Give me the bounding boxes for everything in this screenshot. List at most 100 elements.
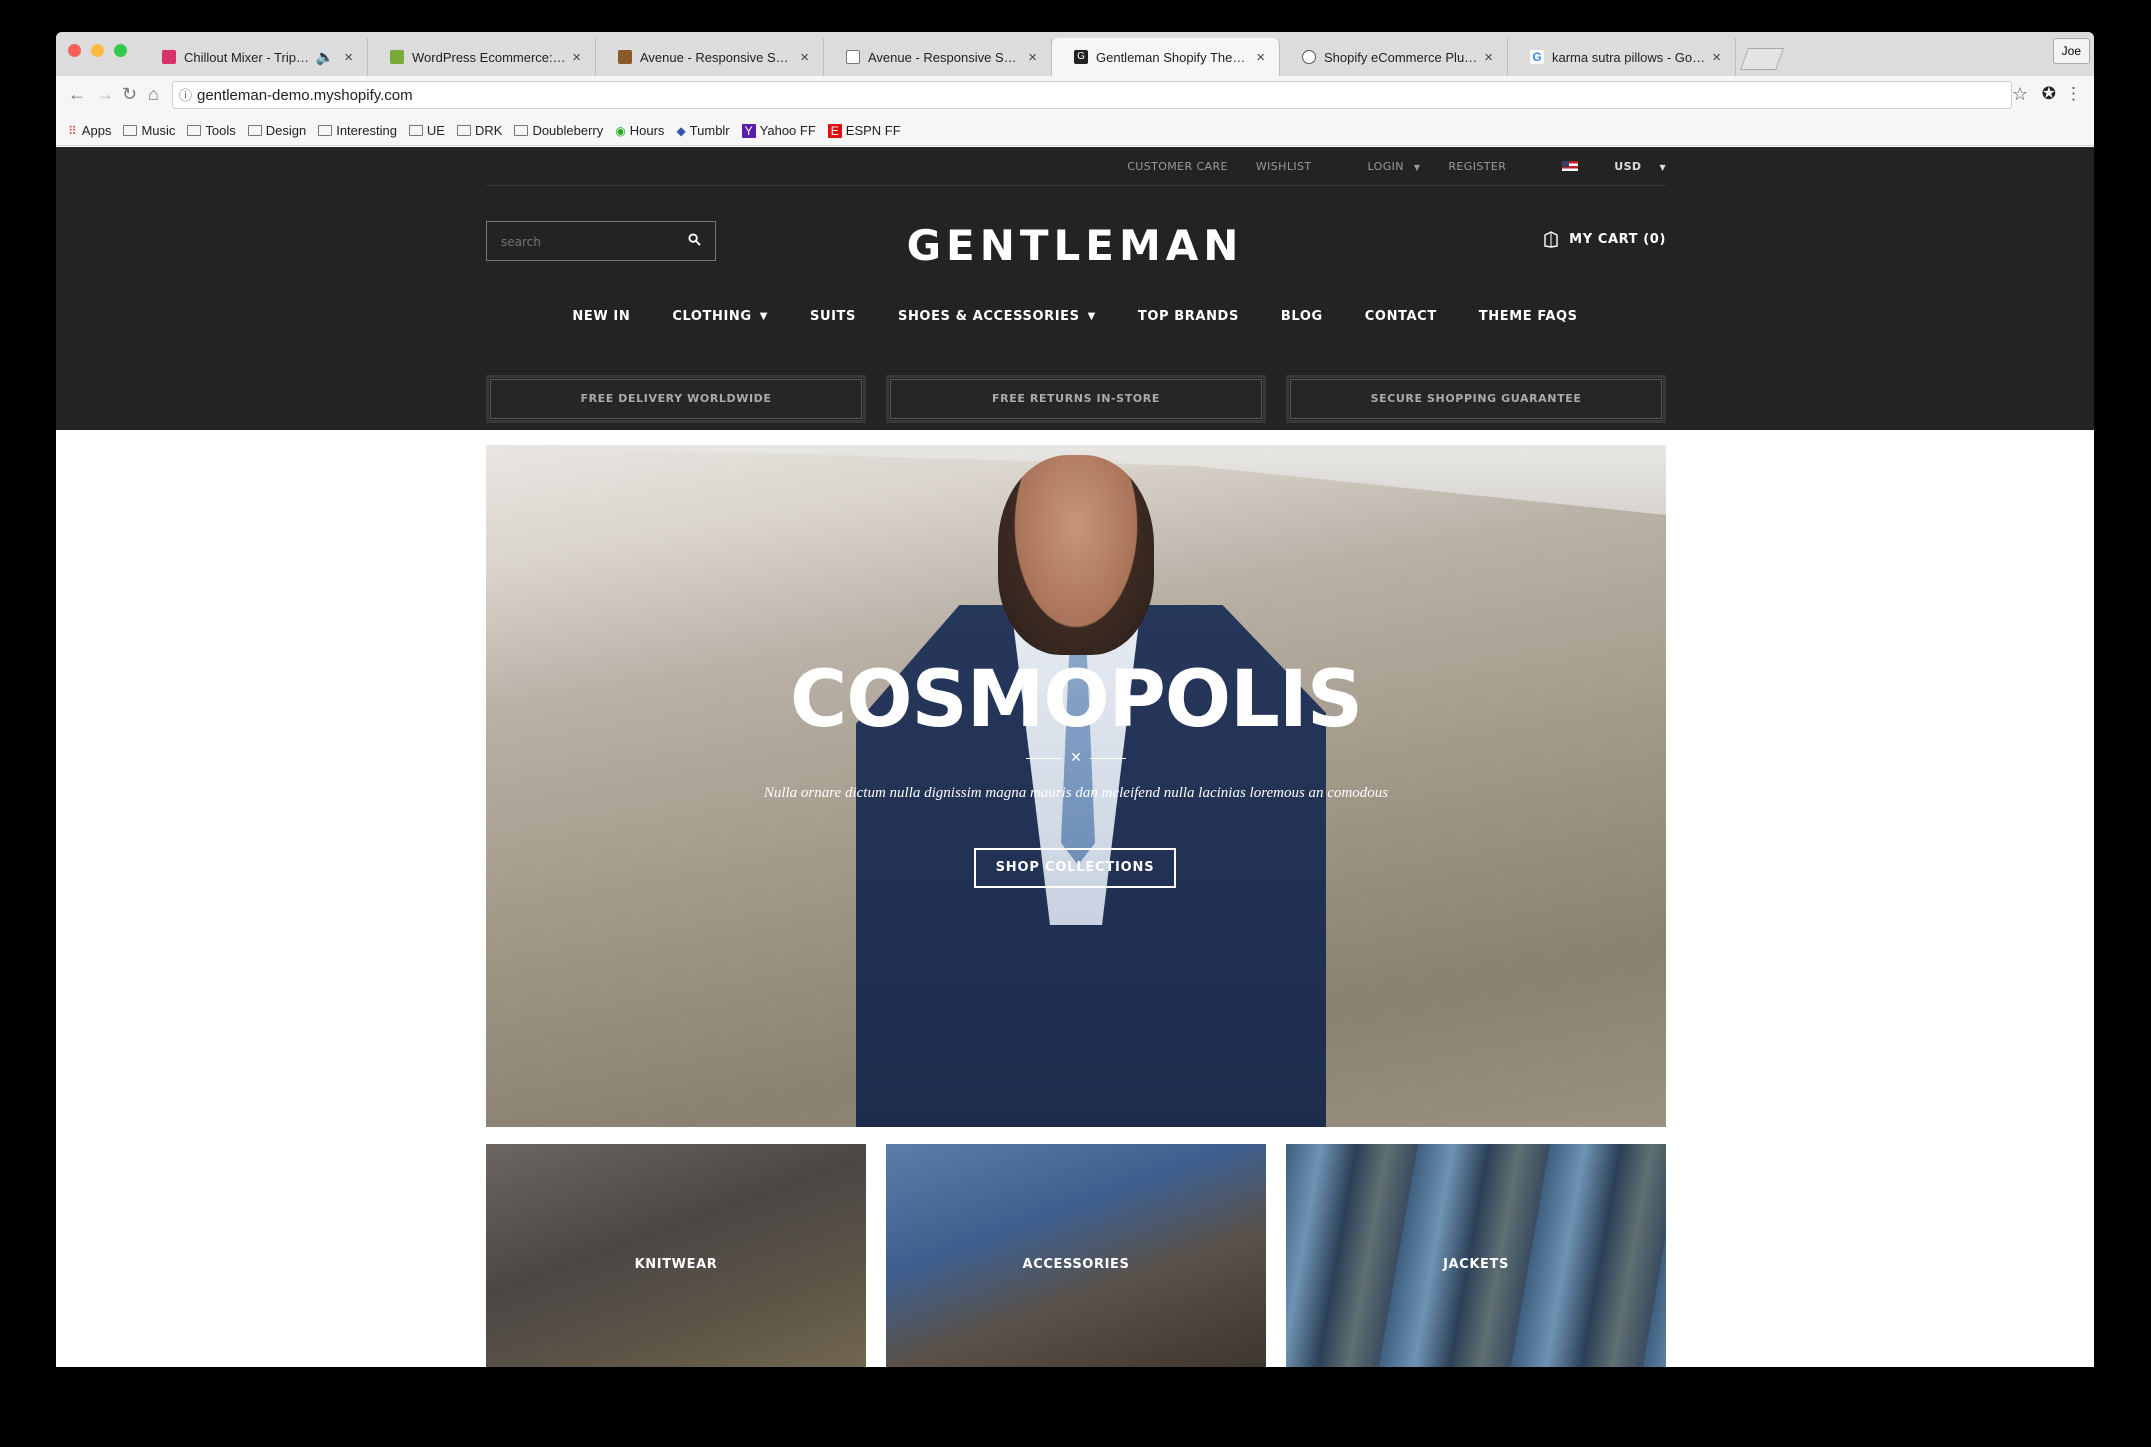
nav-label: CLOTHING (672, 309, 752, 324)
tab-close-icon[interactable]: × (1028, 49, 1037, 66)
bookmark-folder[interactable]: Music (123, 123, 175, 138)
nav-theme-faqs[interactable]: THEME FAQS (1479, 309, 1578, 324)
folder-icon (514, 125, 529, 136)
bookmark-folder[interactable]: Interesting (318, 123, 397, 138)
hero-divider-cross-icon: ✕ (486, 749, 1666, 766)
nav-label: THEME FAQS (1478, 309, 1578, 324)
browser-tab[interactable]: WordPress Ecommerce: Sell o × (368, 38, 596, 76)
hero-banner: COSMOPOLIS ✕ Nulla ornare dictum nulla d… (486, 445, 1666, 1127)
browser-window: Chillout Mixer - TripHop/Do 🔈 × WordPress … (56, 32, 2094, 1367)
folder-icon (123, 125, 138, 136)
bookmark-star-icon[interactable]: ☆ (2012, 84, 2028, 105)
browser-tab[interactable]: Avenue - Responsive Shopify × (596, 38, 824, 76)
utility-links: CUSTOMER CARE WISHLIST LOGIN ▼ REGISTER … (1099, 160, 1666, 173)
bookmark-link[interactable]: E ESPN FF (827, 123, 901, 138)
bookmark-label: Interesting (336, 123, 397, 138)
home-icon[interactable]: ⌂ (148, 84, 159, 105)
extension-icon[interactable]: ✪ (2042, 84, 2056, 104)
browser-tab[interactable]: Shopify eCommerce Plugin - S × (1280, 38, 1508, 76)
nav-contact[interactable]: CONTACT (1365, 309, 1437, 324)
tab-close-icon[interactable]: × (1484, 49, 1493, 66)
tab-close-icon[interactable]: × (1712, 49, 1721, 66)
bookmark-label: Music (141, 123, 176, 138)
info-icon[interactable]: ⓘ (179, 82, 192, 110)
close-window-button[interactable] (68, 44, 81, 57)
shop-collections-button[interactable]: SHOP COLLECTIONS (974, 848, 1176, 888)
nav-clothing[interactable]: CLOTHING ▼ (672, 309, 768, 324)
us-flag-icon (1562, 161, 1579, 171)
tab-close-icon[interactable]: × (344, 49, 353, 66)
nav-suits[interactable]: SUITS (810, 309, 856, 324)
address-bar: ← → ↻ ⌂ ⓘ gentleman-demo.myshopify.com ☆… (56, 76, 2094, 116)
tab-title: Shopify eCommerce Plugin - S (1324, 49, 1479, 65)
browser-tabs: Chillout Mixer - TripHop/Do 🔈 × WordPress … (140, 38, 1785, 76)
browser-tab-active[interactable]: G Gentleman Shopify Theme × (1052, 38, 1280, 76)
category-tile-jackets[interactable]: JACKETS (1286, 1144, 1666, 1367)
usp-bar: FREE DELIVERY WORLDWIDE FREE RETURNS IN-… (486, 375, 1666, 423)
bookmark-link[interactable]: ◉ Hours (615, 123, 664, 138)
usp-label: FREE RETURNS IN-STORE (890, 379, 1262, 419)
new-tab-button[interactable] (1739, 48, 1785, 70)
folder-icon (456, 125, 471, 136)
bookmark-label: UE (426, 123, 445, 138)
tab-favicon-icon: G (1074, 50, 1088, 64)
folder-icon (187, 125, 202, 136)
currency-selector[interactable]: USD ▼ (1534, 160, 1666, 173)
bookmark-folder[interactable]: Design (247, 123, 306, 138)
hero-model-head (998, 455, 1154, 655)
url-text: gentleman-demo.myshopify.com (197, 87, 413, 104)
web-page: CUSTOMER CARE WISHLIST LOGIN ▼ REGISTER … (56, 147, 2094, 1367)
bookmark-folder[interactable]: Tools (187, 123, 236, 138)
tumblr-icon: ◆ (676, 123, 686, 138)
cart-link[interactable]: MY CART (0) (1543, 230, 1666, 248)
site-logo[interactable]: GENTLEMAN (56, 221, 2094, 270)
bookmark-label: Tumblr (689, 123, 730, 138)
tab-close-icon[interactable]: × (800, 49, 809, 66)
minimize-window-button[interactable] (91, 44, 104, 57)
category-tile-accessories[interactable]: ACCESSORIES (886, 1144, 1266, 1367)
tab-close-icon[interactable]: × (572, 49, 581, 66)
browser-tab[interactable]: Gkarma sutra pillows - Google S × (1508, 38, 1736, 76)
bookmark-link[interactable]: ◆ Tumblr (676, 123, 729, 138)
speaker-icon[interactable]: 🔈 (316, 48, 335, 66)
wishlist-link[interactable]: WISHLIST (1256, 160, 1312, 173)
site-header: CUSTOMER CARE WISHLIST LOGIN ▼ REGISTER … (56, 147, 2094, 430)
bookmark-label: Yahoo FF (759, 123, 816, 138)
usp-secure-shopping[interactable]: SECURE SHOPPING GUARANTEE (1286, 375, 1666, 423)
register-link[interactable]: REGISTER (1448, 160, 1506, 173)
login-dropdown[interactable]: LOGIN ▼ (1340, 160, 1421, 173)
reload-icon[interactable]: ↻ (122, 84, 137, 105)
bookmark-folder[interactable]: Doubleberry (514, 123, 603, 138)
back-icon[interactable]: ← (68, 84, 86, 105)
browser-tab[interactable]: Avenue - Responsive Shopify × (824, 38, 1052, 76)
nav-shoes-accessories[interactable]: SHOES & ACCESSORIES ▼ (898, 309, 1096, 324)
forward-icon[interactable]: → (96, 84, 114, 105)
bookmark-folder[interactable]: UE (408, 123, 445, 138)
maximize-window-button[interactable] (114, 44, 127, 57)
category-label: ACCESSORIES (1022, 1257, 1130, 1272)
clock-icon: ◉ (615, 123, 626, 138)
bookmark-link[interactable]: Y Yahoo FF (741, 123, 816, 138)
tab-title: Gentleman Shopify Theme (1096, 49, 1251, 65)
tab-close-icon[interactable]: × (1256, 49, 1265, 66)
url-field[interactable]: ⓘ gentleman-demo.myshopify.com (172, 81, 2012, 109)
tab-favicon-icon (162, 50, 176, 64)
utility-bar: CUSTOMER CARE WISHLIST LOGIN ▼ REGISTER … (486, 147, 1666, 186)
category-tile-knitwear[interactable]: KNITWEAR (486, 1144, 866, 1367)
usp-free-delivery[interactable]: FREE DELIVERY WORLDWIDE (486, 375, 866, 423)
tab-favicon-icon (618, 50, 632, 64)
browser-tab[interactable]: Chillout Mixer - TripHop/Do 🔈 × (140, 38, 368, 76)
profile-button[interactable]: Joe (2052, 38, 2090, 64)
bookmark-label: Tools (205, 123, 236, 138)
nav-new-in[interactable]: NEW IN (572, 309, 630, 324)
nav-top-brands[interactable]: TOP BRANDS (1138, 309, 1239, 324)
customer-care-link[interactable]: CUSTOMER CARE (1127, 160, 1228, 173)
tab-favicon-icon (390, 50, 404, 64)
usp-free-returns[interactable]: FREE RETURNS IN-STORE (886, 375, 1266, 423)
browser-menu-icon[interactable]: ⋮ (2065, 84, 2082, 104)
bookmark-label: ESPN FF (845, 123, 901, 138)
nav-label: NEW IN (572, 309, 631, 324)
nav-blog[interactable]: BLOG (1281, 309, 1323, 324)
bookmark-folder[interactable]: DRK (456, 123, 502, 138)
bookmark-apps[interactable]: ⠿ Apps (68, 123, 111, 138)
